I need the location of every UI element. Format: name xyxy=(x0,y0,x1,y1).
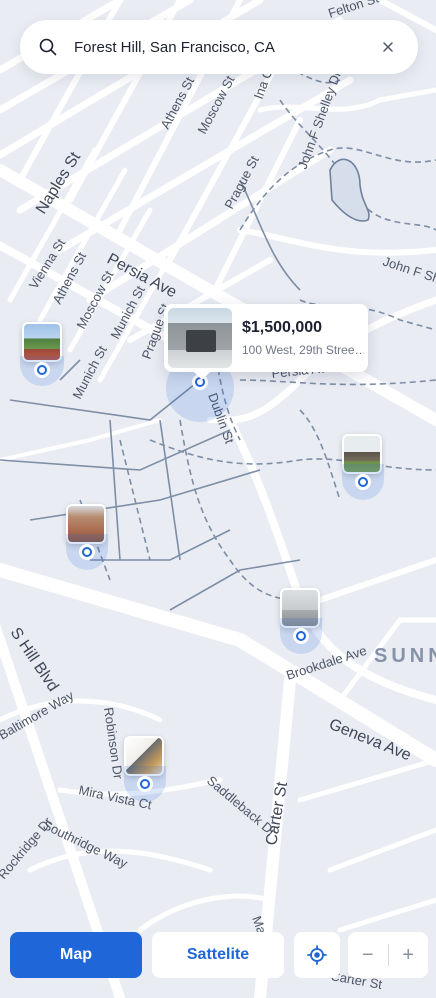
zoom-in-button[interactable]: + xyxy=(389,932,429,978)
search-input[interactable] xyxy=(72,37,376,57)
location-target-icon[interactable] xyxy=(294,932,340,978)
map-mode-button[interactable]: Map xyxy=(10,932,142,978)
property-image xyxy=(168,308,232,368)
map-pin-icon xyxy=(79,544,95,560)
map-pin-icon xyxy=(355,474,371,490)
property-price: $1,500,000 xyxy=(242,319,323,336)
search-icon[interactable] xyxy=(38,37,58,57)
neighborhood-label: SUNNYDALE xyxy=(374,645,436,667)
map-controls: Map Sattelite − + xyxy=(10,932,428,978)
close-icon[interactable] xyxy=(376,35,400,59)
zoom-out-button[interactable]: − xyxy=(348,932,388,978)
map-canvas[interactable]: Felton St Ina Ct Athens St Moscow St Nap… xyxy=(0,0,436,998)
satellite-mode-button[interactable]: Sattelite xyxy=(152,932,284,978)
zoom-control: − + xyxy=(348,932,428,978)
map-pin-icon xyxy=(137,776,153,792)
map-pin-icon xyxy=(34,362,50,378)
property-address: 100 West, 29th Street, San Francisco xyxy=(242,343,364,357)
search-bar xyxy=(20,20,418,74)
property-popup[interactable]: $1,500,000 100 West, 29th Street, San Fr… xyxy=(164,304,368,380)
map-pin-icon xyxy=(293,628,309,644)
